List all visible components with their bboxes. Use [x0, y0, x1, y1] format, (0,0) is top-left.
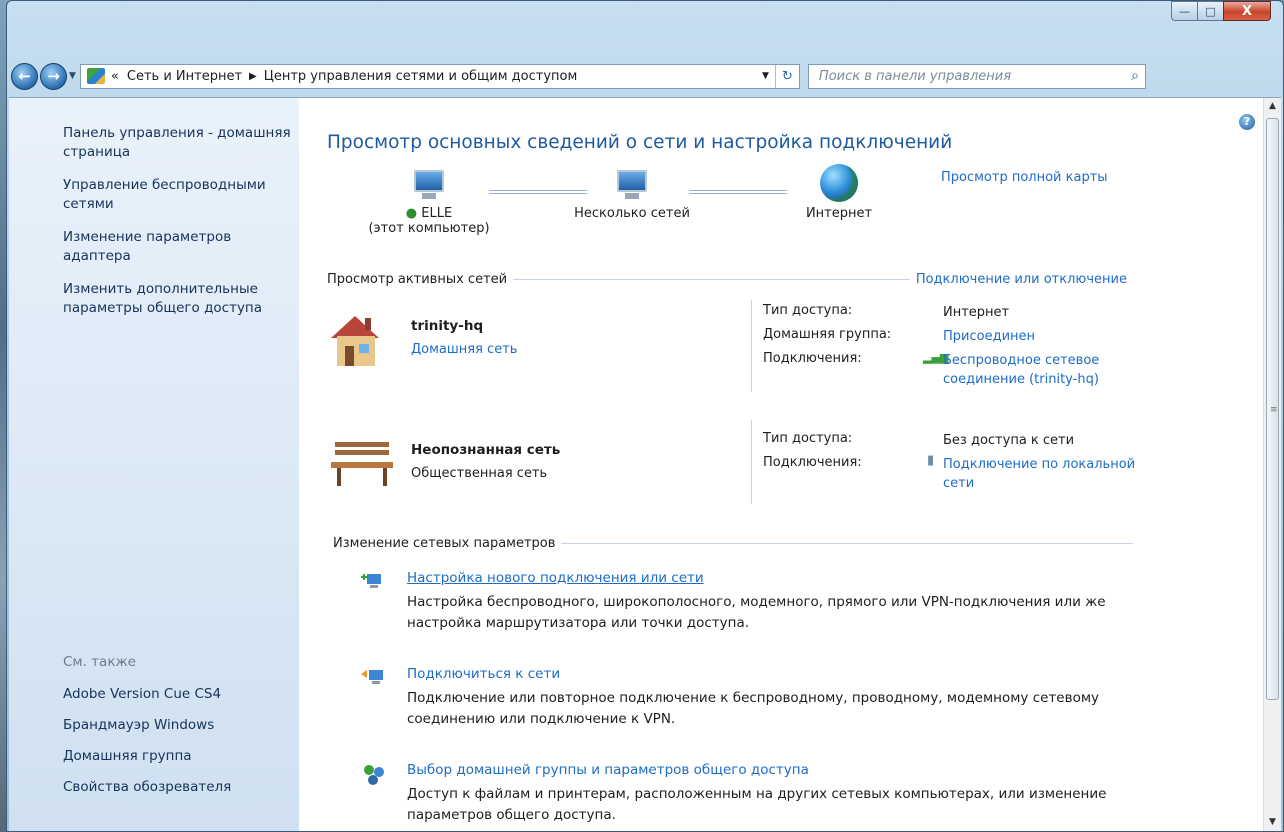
network-trinity: trinity-hq Домашняя сеть — [327, 310, 707, 380]
search-input[interactable]: Поиск в панели управления ⌕ — [807, 63, 1146, 89]
new-connection-icon — [361, 574, 381, 588]
network-type: Общественная сеть — [411, 466, 548, 481]
public-network-bench-icon — [331, 442, 393, 486]
address-prefix[interactable]: « — [111, 69, 119, 84]
divider — [751, 420, 752, 504]
globe-icon — [820, 164, 858, 202]
main-panel: ? Просмотр основных сведений о сети и на… — [299, 98, 1261, 831]
see-also-firewall[interactable]: Брандмауэр Windows — [63, 716, 293, 735]
access-type-value: Интернет — [943, 305, 1010, 320]
breadcrumb-network-center[interactable]: Центр управления сетями и общим доступом — [264, 69, 578, 84]
breadcrumb-separator-icon[interactable]: ▶ — [249, 71, 257, 82]
sidebar-item-sharing[interactable]: Изменить дополнительные параметры общего… — [63, 280, 293, 318]
scroll-grip-icon: ≡ — [1270, 405, 1278, 415]
scroll-thumb[interactable]: ≡ — [1266, 118, 1279, 700]
sidebar-item-adapter[interactable]: Изменение параметров адаптера — [63, 228, 293, 266]
vertical-scrollbar[interactable]: ▲ ≡ ▼ — [1263, 98, 1281, 831]
task-new-connection: Настройка нового подключения или сети На… — [327, 570, 1106, 640]
connect-network-desc: Подключение или повторное подключение к … — [407, 690, 1100, 727]
minimize-button[interactable]: — — [1171, 1, 1198, 21]
network-unidentified: Неопознанная сеть Общественная сеть — [327, 432, 707, 502]
page-title: Просмотр основных сведений о сети и наст… — [327, 132, 953, 153]
networks-label: Несколько сетей — [574, 206, 690, 221]
computer-name: ELLE — [421, 206, 453, 221]
content-area: Панель управления - домашняя страница Уп… — [9, 97, 1281, 831]
full-map-link[interactable]: Просмотр полной карты — [941, 170, 1108, 185]
back-button[interactable]: ← — [11, 62, 38, 90]
see-also-homegroup[interactable]: Домашняя группа — [63, 747, 293, 766]
wireless-connection-link[interactable]: Беспроводное сетевое соединение (trinity… — [943, 351, 1153, 389]
divider — [751, 300, 752, 392]
map-connector — [689, 190, 787, 194]
scroll-down-arrow-icon[interactable]: ▼ — [1264, 814, 1281, 831]
access-type-label: Тип доступа: — [763, 303, 853, 318]
close-button[interactable]: X — [1223, 1, 1271, 21]
see-also-internet-options[interactable]: Свойства обозревателя — [63, 778, 293, 797]
active-networks-title: Просмотр активных сетей — [327, 272, 508, 287]
homegroup-sharing-link[interactable]: Выбор домашней группы и параметров общег… — [407, 762, 809, 778]
forward-button[interactable]: → — [40, 62, 67, 90]
control-panel-window: — □ X ← → ▼ « Сеть и Интернет ▶ Центр уп… — [6, 0, 1284, 832]
network-details-unidentified: Тип доступа: Без доступа к сети Подключе… — [763, 431, 1163, 511]
address-bar[interactable]: « Сеть и Интернет ▶ Центр управления сет… — [79, 63, 800, 89]
home-network-icon — [331, 316, 379, 366]
ethernet-plug-icon: ▮ — [927, 453, 935, 468]
connect-network-icon — [361, 670, 383, 684]
search-icon[interactable]: ⌕ — [1131, 68, 1139, 84]
refresh-icon[interactable]: ↻ — [774, 64, 799, 88]
see-also-title: См. также — [63, 654, 136, 670]
homegroup-sharing-icon — [364, 765, 384, 785]
network-name: trinity-hq — [411, 318, 484, 334]
networks-icon — [615, 170, 649, 200]
recent-pages-dropdown[interactable]: ▼ — [69, 71, 76, 81]
sidebar-item-home[interactable]: Панель управления - домашняя страница — [63, 124, 293, 162]
connect-disconnect-link[interactable]: Подключение или отключение — [916, 272, 1127, 287]
map-node-internet[interactable]: Интернет — [789, 164, 889, 221]
access-type-label: Тип доступа: — [763, 431, 853, 446]
homegroup-link[interactable]: Присоединен — [943, 327, 1153, 346]
new-connection-link[interactable]: Настройка нового подключения или сети — [407, 570, 704, 586]
caption-buttons: — □ X — [1171, 1, 1271, 21]
connections-label: Подключения: — [763, 351, 862, 366]
sidebar-item-wireless[interactable]: Управление беспроводными сетями — [63, 176, 293, 214]
breadcrumb-network-internet[interactable]: Сеть и Интернет — [127, 69, 242, 84]
connections-label: Подключения: — [763, 455, 862, 470]
address-dropdown-icon[interactable]: ▼ — [756, 71, 775, 81]
title-bar: — □ X — [7, 1, 1283, 55]
network-globe-icon: ● — [405, 206, 418, 221]
help-icon[interactable]: ? — [1239, 114, 1255, 130]
access-type-value: Без доступа к сети — [943, 433, 1075, 448]
change-settings-header: Изменение сетевых параметров — [333, 536, 1133, 551]
scroll-up-arrow-icon[interactable]: ▲ — [1264, 98, 1281, 115]
homegroup-label: Домашняя группа: — [763, 327, 892, 342]
task-connect: Подключиться к сети Подключение или повт… — [327, 666, 1099, 736]
navigation-bar: ← → ▼ « Сеть и Интернет ▶ Центр управлен… — [7, 59, 1283, 93]
computer-icon — [412, 170, 446, 200]
search-placeholder: Поиск в панели управления — [818, 68, 1012, 84]
see-also-section: См. также Adobe Version Cue CS4 Брандмау… — [63, 654, 293, 809]
network-name: Неопознанная сеть — [411, 442, 561, 458]
network-details-trinity: Тип доступа: Интернет Домашняя группа: П… — [763, 303, 1163, 403]
task-homegroup: Выбор домашней группы и параметров общег… — [327, 762, 1106, 831]
connect-network-link[interactable]: Подключиться к сети — [407, 666, 560, 682]
new-connection-desc: Настройка беспроводного, широкополосного… — [407, 594, 1106, 631]
lan-connection-link[interactable]: Подключение по локальной сети — [943, 455, 1153, 493]
map-node-computer[interactable]: ● ELLE (этот компьютер) — [359, 170, 499, 236]
homegroup-sharing-desc: Доступ к файлам и принтерам, расположенн… — [407, 786, 1107, 823]
map-node-networks[interactable]: Несколько сетей — [567, 170, 697, 221]
internet-label: Интернет — [805, 206, 873, 221]
see-also-adobe[interactable]: Adobe Version Cue CS4 — [63, 685, 293, 704]
computer-sub: (этот компьютер) — [368, 221, 490, 236]
sidebar: Панель управления - домашняя страница Уп… — [9, 98, 299, 831]
maximize-button[interactable]: □ — [1197, 1, 1224, 21]
active-networks-header: Просмотр активных сетей Подключение или … — [327, 272, 1127, 287]
network-center-icon — [86, 68, 105, 84]
network-type-link[interactable]: Домашняя сеть — [411, 342, 517, 357]
change-settings-title: Изменение сетевых параметров — [333, 536, 556, 551]
